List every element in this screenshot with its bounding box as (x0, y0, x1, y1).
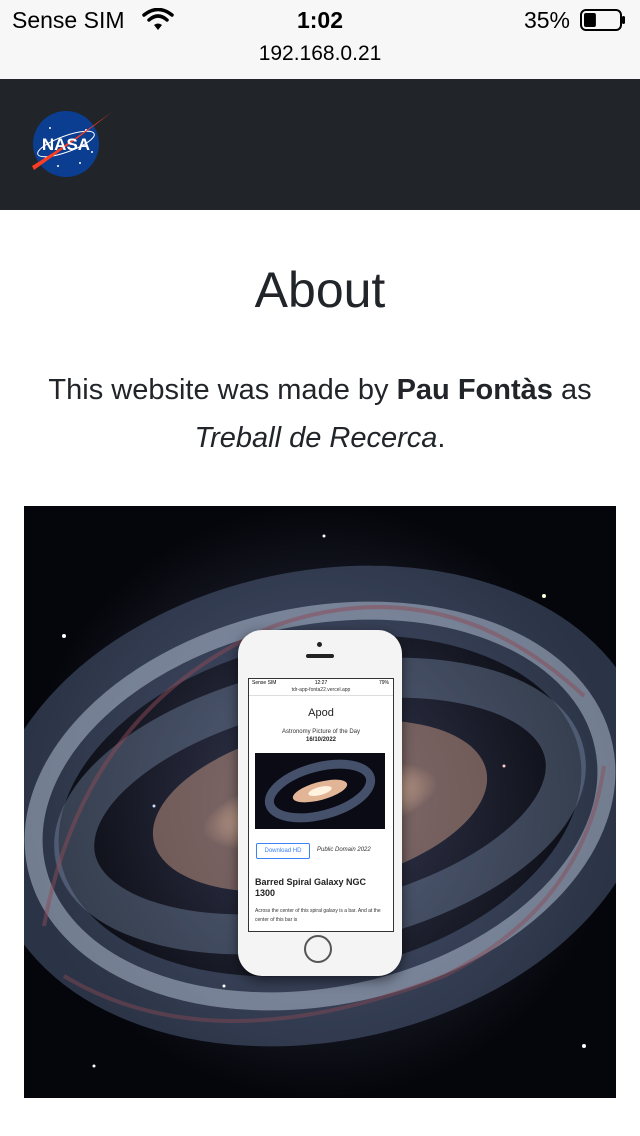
mockup-time: 12:27 (314, 680, 328, 686)
phone-speaker (306, 654, 334, 658)
navbar: NASA (0, 79, 640, 210)
desc-suffix: . (437, 422, 446, 454)
about-description: This website was made by Pau Fontàs as T… (30, 366, 610, 462)
phone-screen: Sense SIM 12:27 79% tdr-app-fonta22.verc… (248, 678, 394, 932)
mockup-status-bar: Sense SIM 12:27 79% (249, 679, 393, 687)
desc-middle: as (552, 374, 592, 406)
status-bar: Sense SIM 1:02 35% (0, 0, 640, 40)
mockup-galaxy-image (255, 753, 385, 829)
mockup-date: 16/10/2022 (305, 737, 337, 743)
mockup-download-button: Download HD (256, 843, 310, 859)
mockup-title: Apod (308, 707, 334, 719)
logo-text: NASA (42, 135, 90, 154)
phone-home-button (304, 935, 332, 963)
battery-icon (580, 9, 625, 31)
mockup-subtitle: Astronomy Picture of the Day (281, 729, 361, 735)
mockup-battery: 79% (378, 680, 389, 686)
phone-mockup: Sense SIM 12:27 79% tdr-app-fonta22.verc… (238, 630, 402, 976)
desc-prefix: This website was made by (48, 374, 397, 406)
battery-percent: 35% (523, 7, 570, 33)
mockup-url: tdr-app-fonta22.vercel.app (291, 687, 351, 693)
address-bar[interactable]: 192.168.0.21 (0, 40, 640, 79)
page-title: About (254, 262, 386, 318)
mockup-heading: Barred Spiral Galaxy NGC 1300 (255, 877, 367, 898)
mockup-divider (249, 695, 393, 696)
url-text[interactable]: 192.168.0.21 (0, 40, 640, 68)
hero-image: Sense SIM 12:27 79% tdr-app-fonta22.verc… (24, 506, 616, 1098)
mockup-text: Across the center of this spiral galaxy … (255, 908, 381, 923)
nasa-logo-icon[interactable]: NASA (28, 108, 114, 178)
mockup-license: Public Domain 2022 (317, 847, 371, 853)
phone-camera (317, 642, 322, 647)
project-name: Treball de Recerca (194, 422, 438, 454)
author-name: Pau Fontàs (396, 374, 553, 406)
